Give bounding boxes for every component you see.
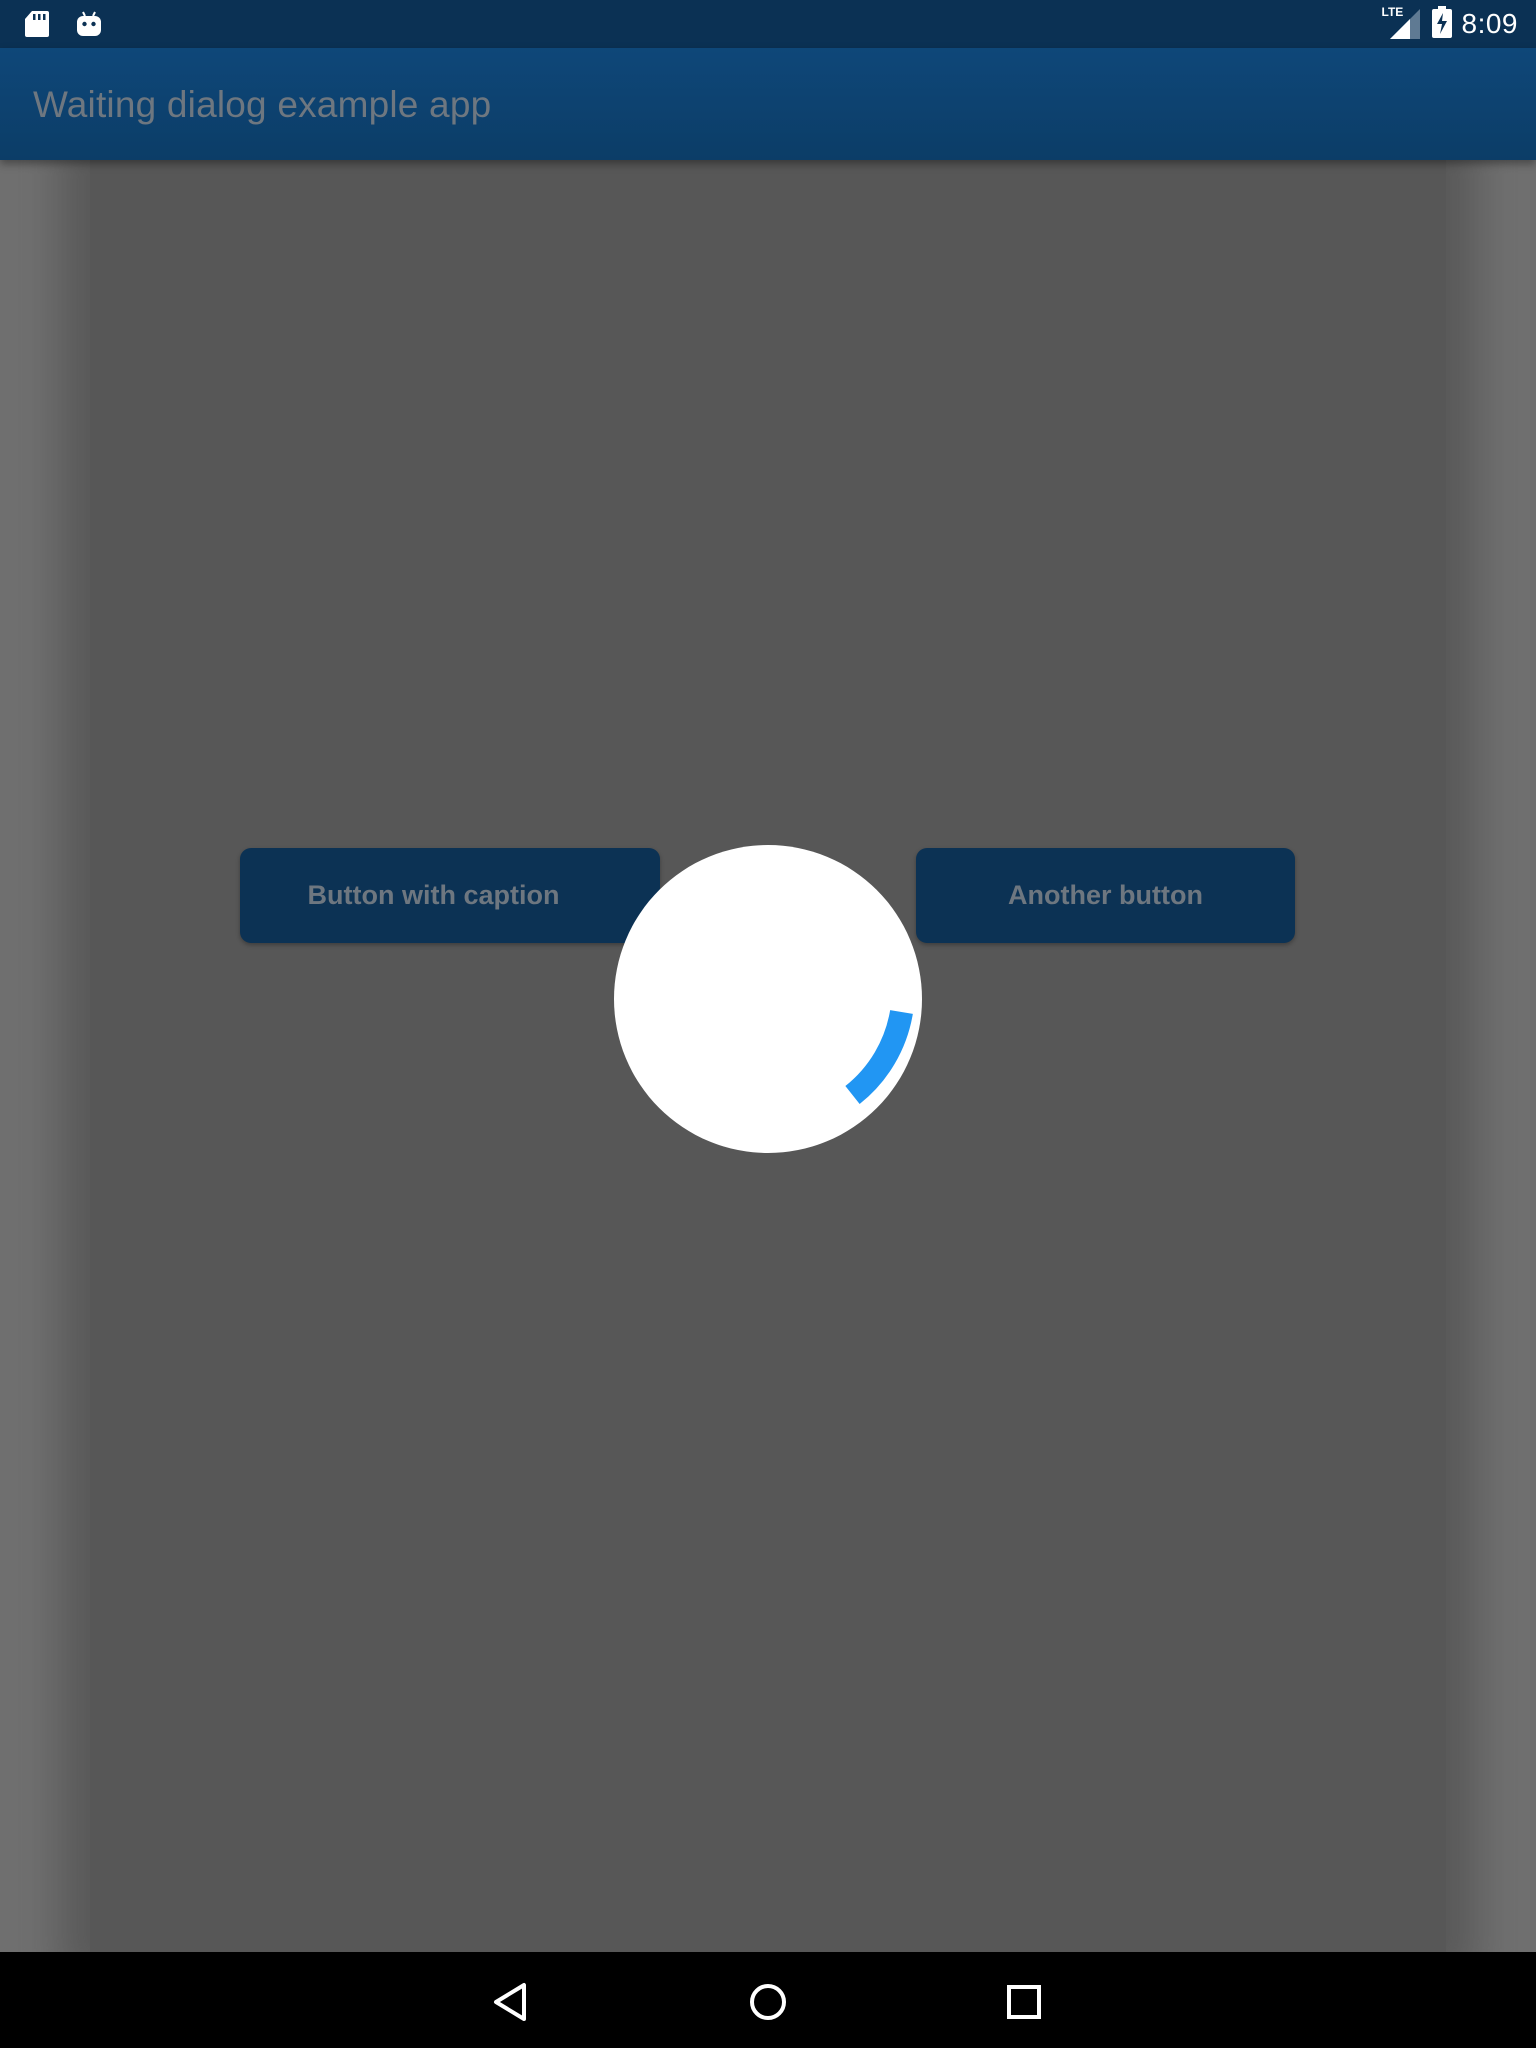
button-with-caption-label: Button with caption [307,880,560,910]
waiting-dialog [614,845,922,1153]
navigation-bar [0,1952,1536,2048]
status-left-icons [24,10,102,43]
lte-signal-icon: LTE [1382,5,1422,41]
clock: 8:09 [1461,8,1518,39]
home-icon[interactable] [738,1972,798,2032]
another-button[interactable]: Another button [916,848,1295,943]
recent-apps-icon[interactable] [994,1972,1054,2032]
progress-spinner-icon [845,1009,913,1105]
button-with-caption[interactable]: Button with caption [240,848,660,943]
status-bar: LTE 8:09 [0,0,1536,48]
back-icon[interactable] [482,1972,542,2032]
app-bar: Waiting dialog example app [0,48,1536,160]
sd-card-icon [24,10,50,43]
android-icon [76,10,102,43]
another-button-label: Another button [1008,880,1203,910]
status-right-icons: LTE 8:09 [1382,0,1519,48]
page-title: Waiting dialog example app [33,84,492,125]
battery-charging-icon [1431,5,1452,43]
